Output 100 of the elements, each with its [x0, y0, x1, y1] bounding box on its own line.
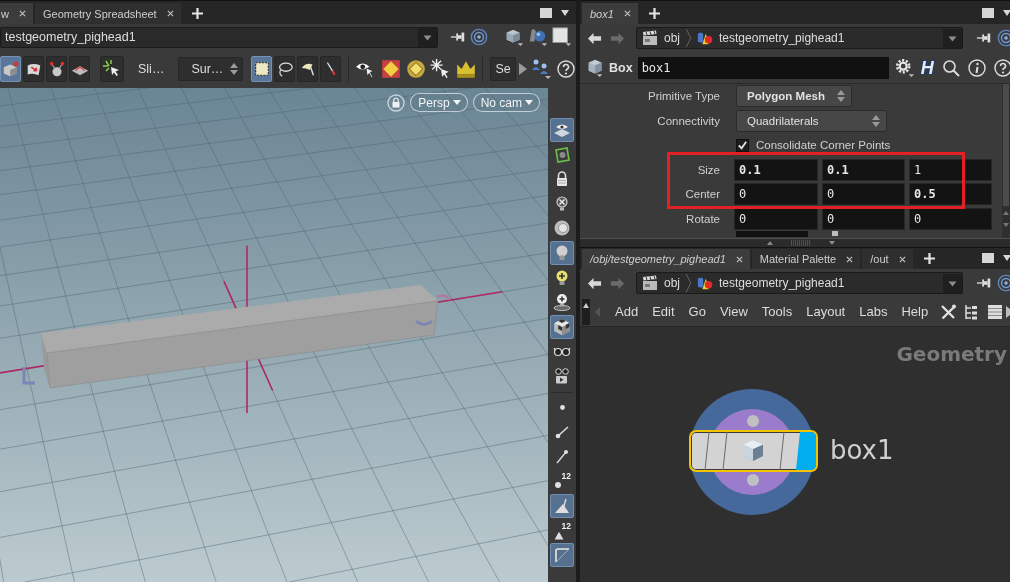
help-icon[interactable] [993, 58, 1010, 77]
expand-arrow-icon[interactable] [519, 63, 528, 75]
help-letter-button[interactable]: H [920, 57, 934, 78]
pane-tab[interactable]: Material Palette [751, 249, 861, 269]
menu-item[interactable]: Labs [852, 304, 895, 319]
number-field[interactable]: 0 [734, 183, 818, 206]
search-icon[interactable] [941, 58, 960, 77]
number-field[interactable]: 0 [822, 207, 905, 230]
display-toggle[interactable] [550, 118, 574, 142]
help-icon[interactable] [557, 60, 576, 78]
pane-tab[interactable]: /out [862, 249, 913, 269]
pane-tab[interactable]: Geometry Spreadsheet [34, 3, 181, 24]
node-name-field[interactable]: box1 [637, 56, 889, 79]
square-icon[interactable] [552, 27, 572, 47]
back-arrow-icon[interactable] [587, 30, 602, 46]
scroll-thumb[interactable] [1003, 84, 1009, 206]
menu-item[interactable]: Edit [645, 304, 682, 319]
mode-button[interactable] [46, 56, 67, 82]
close-icon[interactable] [623, 10, 631, 17]
pane-tab[interactable]: /obj/testgeometry_pighead1 [582, 249, 750, 269]
dropdown-menu[interactable]: Polygon Mesh [736, 85, 852, 108]
path-segment[interactable]: obj [637, 28, 685, 48]
updown-arrows-icon [228, 61, 241, 77]
number-field[interactable]: 1 [909, 158, 992, 181]
display-toggle[interactable]: 12 [550, 518, 574, 543]
target-icon[interactable] [997, 274, 1010, 292]
pane-menu-icon[interactable] [561, 10, 569, 16]
add-tab-icon[interactable] [923, 253, 935, 264]
pane-menu-icon[interactable] [1003, 255, 1010, 261]
checkbox[interactable] [736, 138, 749, 152]
close-icon[interactable] [166, 10, 174, 17]
path-segment[interactable]: testgeometry_pighead1 [692, 273, 850, 293]
node-name-label: box1 [830, 435, 894, 465]
selection-dropdown[interactable]: Sur… [178, 57, 244, 81]
mode-button[interactable] [23, 56, 44, 82]
add-tab-icon[interactable] [191, 8, 203, 19]
number-field[interactable]: 0 [822, 183, 905, 206]
menu-item[interactable]: Help [894, 304, 936, 319]
menu-item[interactable]: View [712, 304, 755, 319]
arc-handle-icon[interactable] [436, 294, 451, 301]
back-arrow-icon[interactable] [587, 275, 602, 291]
node-body[interactable] [689, 430, 818, 472]
select-tool-button[interactable] [274, 56, 296, 82]
select-tool-button[interactable] [297, 56, 319, 82]
number-field[interactable]: 0.1 [822, 158, 905, 181]
menu-item[interactable]: Add [608, 304, 646, 319]
dropdown-menu[interactable]: Quadrilaterals [736, 109, 887, 132]
parameter-label: Primitive Type [647, 90, 720, 103]
close-icon[interactable] [735, 255, 743, 263]
display-toggle[interactable] [550, 493, 574, 518]
tree-icon[interactable] [963, 303, 980, 320]
lock-icon[interactable] [387, 93, 406, 112]
select-tool-button[interactable] [251, 56, 273, 82]
close-icon[interactable] [898, 255, 906, 263]
settings-icon[interactable] [894, 57, 915, 78]
input-field[interactable] [736, 231, 808, 237]
sphere-figure-icon[interactable] [528, 27, 548, 47]
display-toggle[interactable]: 12 [550, 469, 574, 494]
target-icon[interactable] [997, 29, 1010, 47]
display-toggle[interactable] [550, 314, 574, 339]
slider-handle-icon[interactable] [832, 231, 838, 236]
display-toggle[interactable] [550, 240, 574, 265]
add-tab-icon[interactable] [648, 8, 660, 19]
menu-item[interactable]: Tools [754, 304, 800, 319]
node-type-label: Box [609, 60, 633, 75]
people-icon[interactable] [530, 58, 553, 80]
info-icon[interactable] [967, 58, 986, 77]
corner-handle-icon[interactable] [22, 367, 35, 385]
path-segment[interactable]: obj [637, 273, 685, 293]
input-connector[interactable] [747, 415, 759, 427]
view-menu-button[interactable]: No cam [472, 93, 540, 112]
target-icon[interactable] [470, 28, 488, 46]
tools-icon[interactable] [940, 303, 957, 320]
toolbar-button[interactable]: Se [490, 57, 517, 81]
menu-item[interactable]: Go [681, 304, 713, 319]
dropdown-caret-icon[interactable] [943, 273, 962, 293]
dropdown-caret-icon[interactable] [943, 28, 962, 48]
number-field[interactable]: 0 [734, 207, 818, 230]
splitter-handle-icon[interactable] [765, 240, 837, 246]
scrollbar[interactable] [1002, 84, 1010, 238]
pane-tab[interactable]: box1 [582, 3, 638, 24]
mode-button[interactable] [69, 56, 90, 82]
close-icon[interactable] [846, 255, 854, 263]
close-icon[interactable] [18, 10, 26, 17]
path-segment[interactable]: testgeometry_pighead1 [692, 28, 850, 48]
number-field[interactable]: 0 [909, 207, 992, 230]
pane-tab[interactable]: w [0, 3, 33, 24]
list-icon[interactable] [987, 303, 1004, 320]
scroll-strip-icon[interactable] [582, 298, 590, 325]
number-field[interactable]: 0.1 [734, 158, 818, 181]
menu-item[interactable]: Layout [799, 304, 853, 319]
cursor-sparkle-icon[interactable] [100, 56, 124, 82]
number-field[interactable]: 0.5 [909, 183, 992, 206]
view-menu-button[interactable]: Persp [410, 93, 468, 112]
square-diamond-icon[interactable] [380, 58, 403, 80]
path-dropdown[interactable]: testgeometry_pighead1 [0, 26, 438, 48]
cube-icon[interactable] [504, 27, 524, 47]
arc-handle-icon[interactable] [415, 320, 433, 326]
display-toggle[interactable] [550, 543, 574, 568]
pane-menu-icon[interactable] [1003, 10, 1010, 16]
